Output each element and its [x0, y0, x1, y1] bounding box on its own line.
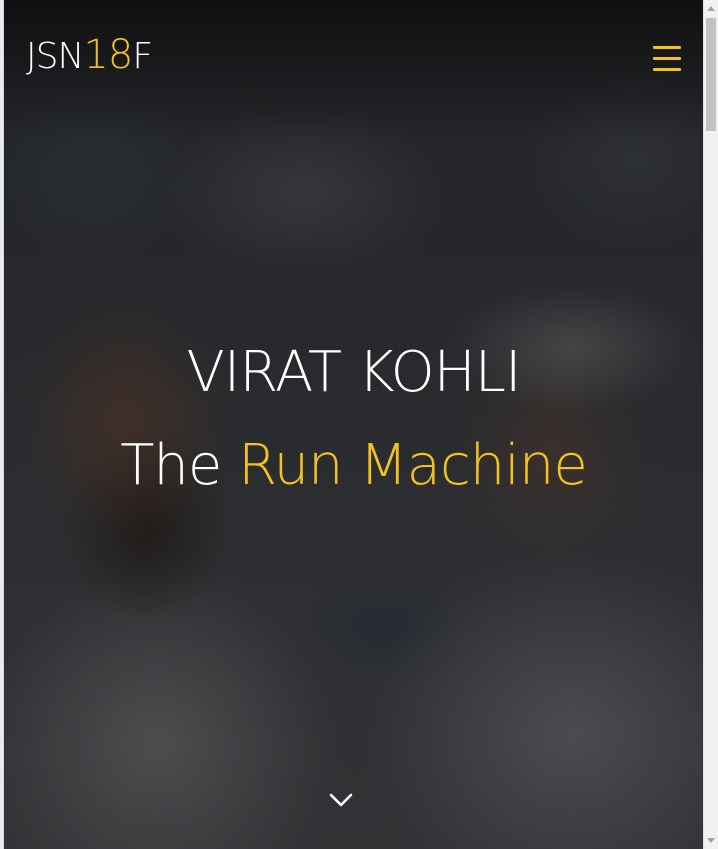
tagline-plain-text: The [120, 433, 239, 498]
menu-bar-middle [653, 57, 681, 60]
logo-text-number: 18 [83, 32, 133, 78]
hamburger-menu-icon[interactable] [650, 44, 682, 76]
menu-bar-top [653, 46, 681, 49]
scroll-down-arrow-icon[interactable] [707, 838, 715, 843]
menu-bar-bottom [653, 68, 681, 71]
scrollbar-thumb[interactable] [706, 18, 716, 131]
scroll-up-arrow-icon[interactable] [707, 6, 715, 11]
chevron-down-icon [329, 793, 353, 807]
site-logo[interactable]: JSN18F [26, 30, 153, 82]
browser-viewport: JSN18F VIRAT KOHLI The Run Machine [0, 0, 718, 849]
hero-title: VIRAT KOHLI [186, 340, 522, 405]
hero-tagline: The Run Machine [4, 430, 703, 502]
page-scrollbar[interactable] [703, 0, 718, 849]
logo-text-main: JSN [26, 36, 84, 77]
scroll-down-button[interactable] [327, 789, 355, 811]
tagline-accent-text: Run Machine [238, 433, 588, 498]
logo-text-tail: F [132, 36, 153, 77]
hero-section: JSN18F VIRAT KOHLI The Run Machine [4, 0, 703, 849]
